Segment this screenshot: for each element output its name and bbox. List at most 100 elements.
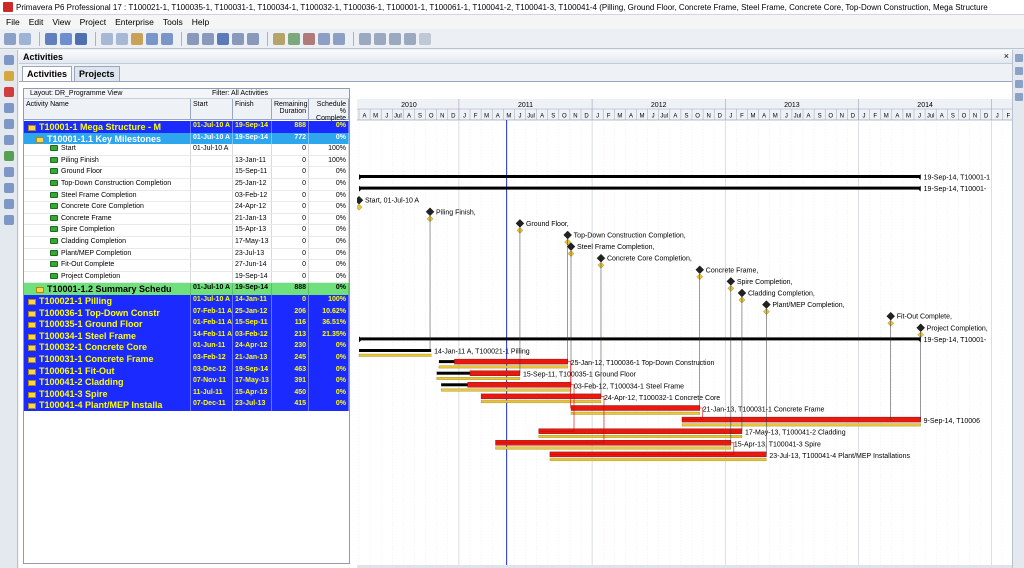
layout-selector[interactable]: Layout: DR_Programme View	[24, 90, 212, 97]
finish-cell-text: 13-Jan-11	[235, 156, 267, 164]
folder-icon	[28, 391, 36, 398]
print-preview-icon[interactable]	[19, 32, 31, 45]
columns-icon[interactable]	[45, 32, 57, 45]
wbs-row[interactable]: T100036-1 Top-Down Constr 07-Feb-11 A 25-J…	[24, 306, 349, 319]
projects-nav-icon[interactable]	[4, 55, 14, 65]
gantt-chart[interactable]: A M J Jul A S O N D J F M A M J Jul A S O N D J F M A M J Jul A S O N D J…	[357, 99, 1012, 565]
resources-nav-icon[interactable]	[4, 135, 14, 145]
thresholds-nav-icon[interactable]	[4, 215, 14, 225]
expand-icon[interactable]	[247, 32, 259, 45]
activity-row[interactable]: Project Completion 19-Sep-14 0 0%	[24, 271, 349, 284]
paste-icon[interactable]	[116, 32, 128, 45]
wbs-row[interactable]: T10001-1.2 Summary Schedu 01-Jul-10 A 19-S…	[24, 283, 349, 295]
zoom-out-icon[interactable]	[374, 32, 386, 45]
menu-enterprise[interactable]: Enterprise	[115, 17, 154, 27]
unlink-icon[interactable]	[404, 32, 416, 45]
activity-row[interactable]: Fit-Out Complete 27-Jun-14 0 0%	[24, 260, 349, 272]
tab-activities[interactable]: Activities	[22, 66, 73, 81]
copy-icon[interactable]	[101, 32, 113, 45]
menu-project[interactable]: Project	[80, 17, 106, 27]
level-icon[interactable]	[288, 32, 300, 45]
remaining-duration-cell: 450	[272, 387, 309, 400]
activity-bar-label: 14-Jan-11 A, T100021-1 Pilling	[434, 349, 530, 356]
activity-row[interactable]: Plant/MEP Completion 23-Jul-13 0 0%	[24, 248, 349, 261]
activity-row[interactable]: Concrete Frame 21-Jan-13 0 0%	[24, 213, 349, 226]
wbs-row[interactable]: T100034-1 Steel Frame 14-Feb-11 A 03-Feb-1…	[24, 329, 349, 342]
store-period-icon[interactable]	[318, 32, 330, 45]
documents-nav-icon[interactable]	[4, 199, 14, 209]
remaining-duration-cell-text: 450	[294, 388, 306, 396]
wbs-row[interactable]: T100041-3 Spire 11-Jul-11 15-Apr-13 450 0%	[24, 387, 349, 400]
year-label: 2011	[518, 102, 533, 109]
wbs-row[interactable]: T100041-4 Plant/MEP Installa 07-Dec-11 23-…	[24, 399, 349, 411]
filter-icon[interactable]	[75, 32, 87, 45]
outline-icon[interactable]	[232, 32, 244, 45]
wbs-nav-icon[interactable]	[4, 71, 14, 81]
collapse-all-icon[interactable]	[1015, 80, 1023, 88]
layout-icon[interactable]	[146, 32, 158, 45]
menu-help[interactable]: Help	[192, 17, 209, 27]
details-icon[interactable]	[1015, 54, 1023, 62]
activity-row[interactable]: Concrete Core Completion 24-Apr-12 0 0%	[24, 202, 349, 214]
activity-row[interactable]: Ground Floor 15-Sep-11 0 0%	[24, 167, 349, 179]
issues-nav-icon[interactable]	[4, 167, 14, 177]
schedule-icon[interactable]	[273, 32, 285, 45]
help-icon[interactable]	[419, 32, 431, 45]
assignments-nav-icon[interactable]	[4, 151, 14, 161]
finish-cell: 24-Apr-12	[233, 202, 272, 213]
tab-projects[interactable]: Projects	[74, 66, 120, 81]
activities-nav-icon[interactable]	[4, 87, 14, 97]
schedule-complete-cell: 0%	[309, 202, 349, 213]
network-icon[interactable]	[1015, 93, 1023, 101]
filter-indicator[interactable]: Filter: All Activities	[212, 90, 268, 97]
tracking-nav-icon[interactable]	[4, 103, 14, 113]
start-cell: 01-Jul-10 A	[191, 283, 233, 295]
activity-row[interactable]: Top-Down Construction Completion 25-Jan-1…	[24, 179, 349, 191]
remaining-duration-cell: 0	[272, 179, 309, 190]
activity-row[interactable]: Piling Finish 13-Jan-11 0 100%	[24, 155, 349, 168]
risks-nav-icon[interactable]	[4, 183, 14, 193]
menu-view[interactable]: View	[52, 17, 70, 27]
activity-row[interactable]: Spire Completion 15-Apr-13 0 0%	[24, 225, 349, 237]
link-icon[interactable]	[389, 32, 401, 45]
zoom-in-icon[interactable]	[359, 32, 371, 45]
assign-icon[interactable]	[131, 32, 143, 45]
wbs-row[interactable]: T100031-1 Concrete Frame 03-Feb-12 21-Jan-…	[24, 353, 349, 365]
progress-icon[interactable]	[333, 32, 345, 45]
activity-row[interactable]: Start 01-Jul-10 A 0 100%	[24, 144, 349, 156]
activity-row[interactable]: Cladding Completion 17-May-13 0 0%	[24, 237, 349, 249]
schedule-complete-cell: 0%	[309, 376, 349, 388]
wbs-row[interactable]: T100061-1 Fit-Out 03-Dec-12 19-Sep-14 463 0%	[24, 364, 349, 377]
column-header-finish[interactable]: Finish	[233, 99, 272, 120]
schedule-complete-cell: 36.51%	[309, 318, 349, 330]
wbs-row[interactable]: T10001-1 Mega Structure - M 01-Jul-10 A 19…	[24, 121, 349, 133]
wbs-row[interactable]: T100021-1 Pilling 01-Jul-10 A 14-Jan-11 0 10…	[24, 295, 349, 307]
menu-file[interactable]: File	[6, 17, 20, 27]
group-icon[interactable]	[161, 32, 173, 45]
activity-row[interactable]: Steel Frame Completion 03-Feb-12 0 0%	[24, 190, 349, 203]
start-cell: 11-Jul-11	[191, 387, 233, 400]
column-header-schedule-complete[interactable]: Schedule % Complete	[309, 99, 349, 122]
month-label: A	[540, 114, 544, 120]
baseline-bar	[495, 446, 732, 450]
view-icon[interactable]	[202, 32, 214, 45]
month-label: M	[906, 114, 911, 120]
wbs-row[interactable]: T100041-2 Cladding 07-Nov-11 17-May-13 391 0…	[24, 376, 349, 388]
column-header-activity-name[interactable]: Activity Name	[24, 99, 191, 120]
print-icon[interactable]	[4, 32, 16, 45]
reports-nav-icon[interactable]	[4, 119, 14, 129]
close-icon[interactable]: ×	[1004, 51, 1009, 61]
column-header-start[interactable]: Start	[191, 99, 233, 120]
bars-icon[interactable]	[60, 32, 72, 45]
menu-tools[interactable]: Tools	[163, 17, 183, 27]
wbs-row[interactable]: T10001-1.1 Key Milestones 01-Jul-10 A 19-S…	[24, 132, 349, 145]
column-header-remaining-duration[interactable]: Remaining Duration	[272, 99, 309, 120]
expand-all-icon[interactable]	[1015, 67, 1023, 75]
wbs-row[interactable]: T100032-1 Concrete Core 01-Jun-11 24-Apr-1…	[24, 341, 349, 353]
sort-icon[interactable]	[187, 32, 199, 45]
menu-edit[interactable]: Edit	[29, 17, 44, 27]
baseline-icon[interactable]	[303, 32, 315, 45]
funnel-icon[interactable]	[217, 32, 229, 45]
schedule-complete-cell: 100%	[309, 295, 349, 307]
wbs-row[interactable]: T100035-1 Ground Floor 01-Feb-11 A 15-Sep-…	[24, 318, 349, 330]
